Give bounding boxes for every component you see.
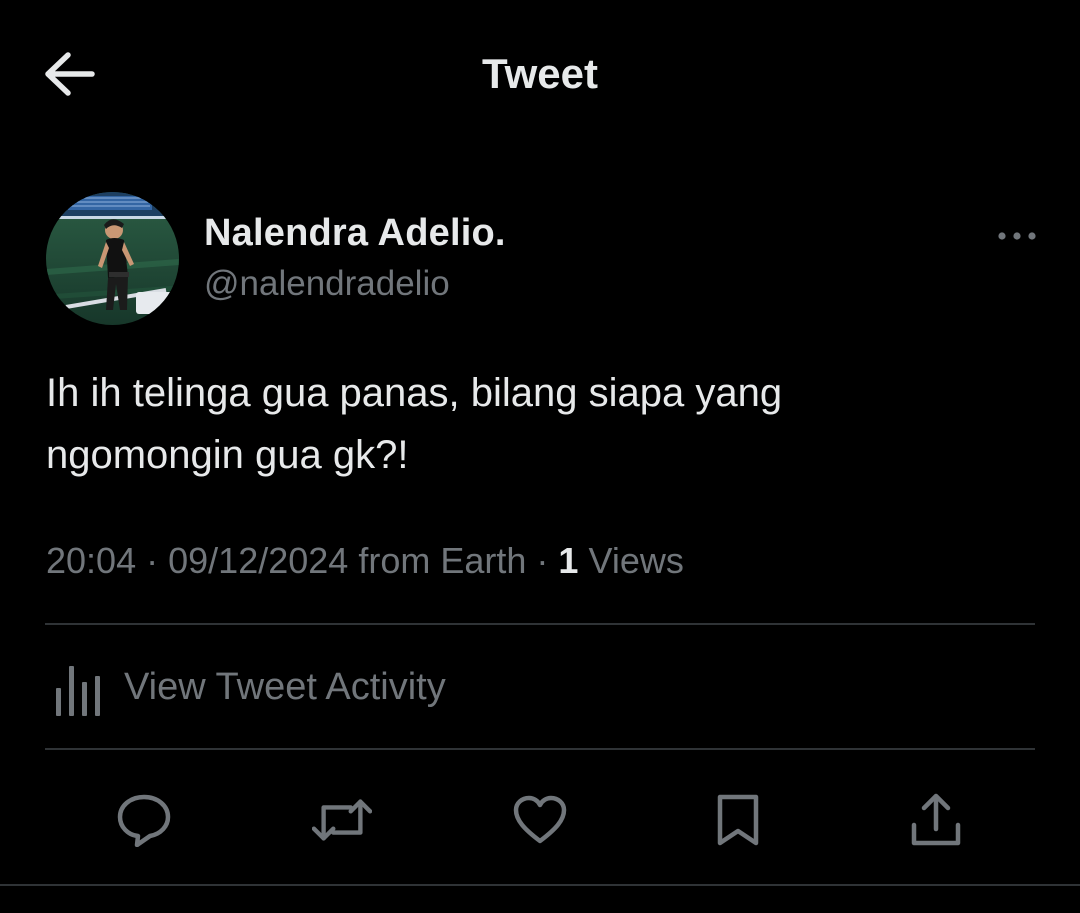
reply-icon <box>117 794 171 847</box>
heart-icon <box>513 795 567 844</box>
view-tweet-activity-label: View Tweet Activity <box>124 666 446 708</box>
reply-button[interactable] <box>114 790 174 850</box>
bookmark-button[interactable] <box>708 790 768 850</box>
divider <box>45 623 1035 625</box>
divider <box>45 748 1035 750</box>
meta-separator: · <box>536 540 549 581</box>
share-icon <box>911 793 961 846</box>
more-dots-icon <box>998 232 1036 240</box>
page-title: Tweet <box>482 50 598 97</box>
tweet-time[interactable]: 20:04 <box>46 540 136 581</box>
top-bar: Tweet <box>0 0 1080 150</box>
tweet-detail-page: Tweet Nalendra Adelio. @nalendradelio Ih… <box>0 0 1080 913</box>
share-button[interactable] <box>906 790 966 850</box>
view-tweet-activity-button[interactable]: View Tweet Activity <box>52 650 446 725</box>
avatar[interactable] <box>46 192 179 325</box>
like-button[interactable] <box>510 790 570 850</box>
views-count: 1 <box>558 540 579 581</box>
author-display-name[interactable]: Nalendra Adelio. <box>204 212 506 255</box>
tweet-metadata: 20:04 · 09/12/2024 from Earth · 1 Views <box>46 540 684 582</box>
views-label: Views <box>588 540 684 581</box>
meta-separator: · <box>146 540 159 581</box>
profile-photo <box>46 192 179 325</box>
tweet-text-line: ngomongin gua gk?! <box>46 433 409 477</box>
more-options-button[interactable] <box>994 222 1040 250</box>
retweet-icon <box>312 799 372 841</box>
tweet-text-line: Ih ih telinga gua panas, bilang siapa ya… <box>46 371 783 415</box>
bookmark-icon <box>717 794 759 846</box>
bar-chart-icon <box>56 665 100 716</box>
tweet-text: Ih ih telinga gua panas, bilang siapa ya… <box>46 362 986 486</box>
tweet-source: from Earth <box>358 540 527 581</box>
divider <box>0 884 1080 886</box>
tweet-date[interactable]: 09/12/2024 <box>168 540 348 581</box>
retweet-button[interactable] <box>312 790 372 850</box>
author-handle[interactable]: @nalendradelio <box>204 264 450 304</box>
